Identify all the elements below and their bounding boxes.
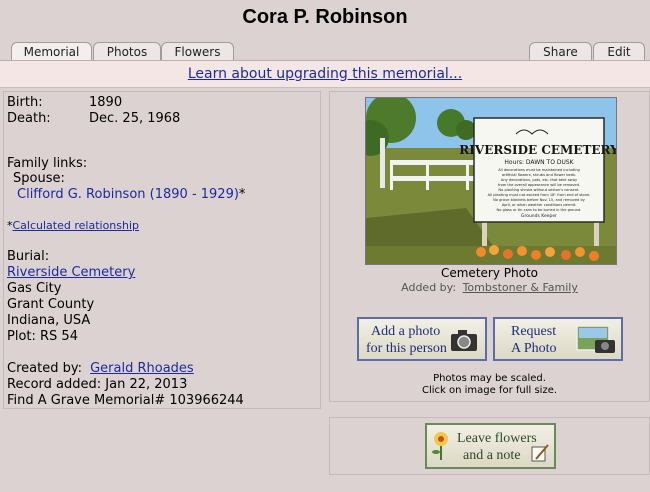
created-by-label: Created by: <box>7 361 82 376</box>
page-title: Cora P. Robinson <box>242 6 408 28</box>
record-added: Record added: Jan 22, 2013 <box>7 377 188 392</box>
sign-rule: No planting shrubs without sexton's cons… <box>498 188 579 192</box>
burial-label: Burial: <box>7 249 50 264</box>
scale-note-2: Click on image for full size. <box>421 385 558 396</box>
request-photo-button[interactable]: Request A Photo <box>493 317 623 361</box>
sign-rule: No grave blankets before Nov. 15, and re… <box>493 198 586 202</box>
sign-rule: All decorations must be maintained inclu… <box>498 168 580 172</box>
note-icon <box>531 444 549 462</box>
death-value: Dec. 25, 1968 <box>89 111 181 126</box>
tab-share[interactable]: Share <box>529 42 592 61</box>
tab-memorial[interactable]: Memorial <box>11 42 92 61</box>
sign-rule: artificial flowers, shrubs and flower be… <box>502 173 576 177</box>
cemetery-link[interactable]: Riverside Cemetery <box>7 265 135 280</box>
flower-icon <box>432 432 448 460</box>
burial-city: Gas City <box>7 281 62 296</box>
tab-edit[interactable]: Edit <box>593 42 645 61</box>
sign-title: RIVERSIDE CEMETERY <box>459 143 616 157</box>
calculated-relationship-link[interactable]: Calculated relationship <box>13 219 140 232</box>
request-line1: Request <box>511 324 557 339</box>
birth-value: 1890 <box>89 95 123 110</box>
spouse-link[interactable]: Clifford G. Robinson (1890 - 1929) <box>17 187 239 202</box>
flowers-line1: Leave flowers <box>457 431 537 446</box>
death-label: Death: <box>7 111 51 126</box>
burial-plot: Plot: RS 54 <box>7 329 78 344</box>
spouse-mark: * <box>238 187 246 202</box>
burial-county: Grant County <box>7 297 95 312</box>
sign-rule: Any decorations, pots, etc. that take aw… <box>501 178 578 182</box>
photo-panel: RIVERSIDE CEMETERY Hours: DAWN TO DUSK A… <box>329 91 650 402</box>
added-by-link[interactable]: Tombstoner & Family <box>463 281 578 294</box>
leave-flowers-button[interactable]: Leave flowers and a note <box>425 423 556 469</box>
added-by-label: Added by: <box>401 281 457 294</box>
photo-request-icon <box>576 325 615 353</box>
sign-rule: All planting must not exceed from 18" fr… <box>488 193 591 197</box>
sign-footer: Grounds Keeper <box>521 213 557 219</box>
memorial-number: Find A Grave Memorial# 103966244 <box>7 393 244 408</box>
flowers-line2: and a note <box>463 448 521 463</box>
tab-photos[interactable]: Photos <box>93 42 161 61</box>
family-links-label: Family links: <box>7 156 88 171</box>
camera-icon <box>451 330 477 351</box>
cemetery-photo[interactable]: RIVERSIDE CEMETERY Hours: DAWN TO DUSK A… <box>365 97 617 265</box>
photo-caption: Cemetery Photo <box>440 266 538 280</box>
add-photo-line1: Add a photo <box>371 324 441 339</box>
request-line2: A Photo <box>511 341 557 356</box>
sign-rule: April, or when weather conditions permit… <box>502 203 577 207</box>
add-photo-line2: for this person <box>366 341 447 356</box>
sign-hours: Hours: DAWN TO DUSK <box>504 159 574 166</box>
sign-rule: No glass or tin cans to be buried in the… <box>497 208 582 212</box>
upgrade-banner: Learn about upgrading this memorial... <box>0 60 650 88</box>
spouse-label: Spouse: <box>13 171 65 186</box>
tab-flowers[interactable]: Flowers <box>161 42 234 61</box>
created-by-link[interactable]: Gerald Rhoades <box>90 361 194 376</box>
birth-label: Birth: <box>7 95 43 110</box>
upgrade-link[interactable]: Learn about upgrading this memorial... <box>188 66 462 82</box>
memorial-details: Birth: 1890 Death: Dec. 25, 1968 Family … <box>3 91 321 409</box>
add-photo-button[interactable]: Add a photo for this person <box>357 317 487 361</box>
scale-note-1: Photos may be scaled. <box>433 373 546 384</box>
sign-rule: from the overall appearance will be remo… <box>498 183 580 187</box>
burial-state: Indiana, USA <box>7 313 91 328</box>
flowers-panel: Leave flowers and a note <box>329 417 650 475</box>
